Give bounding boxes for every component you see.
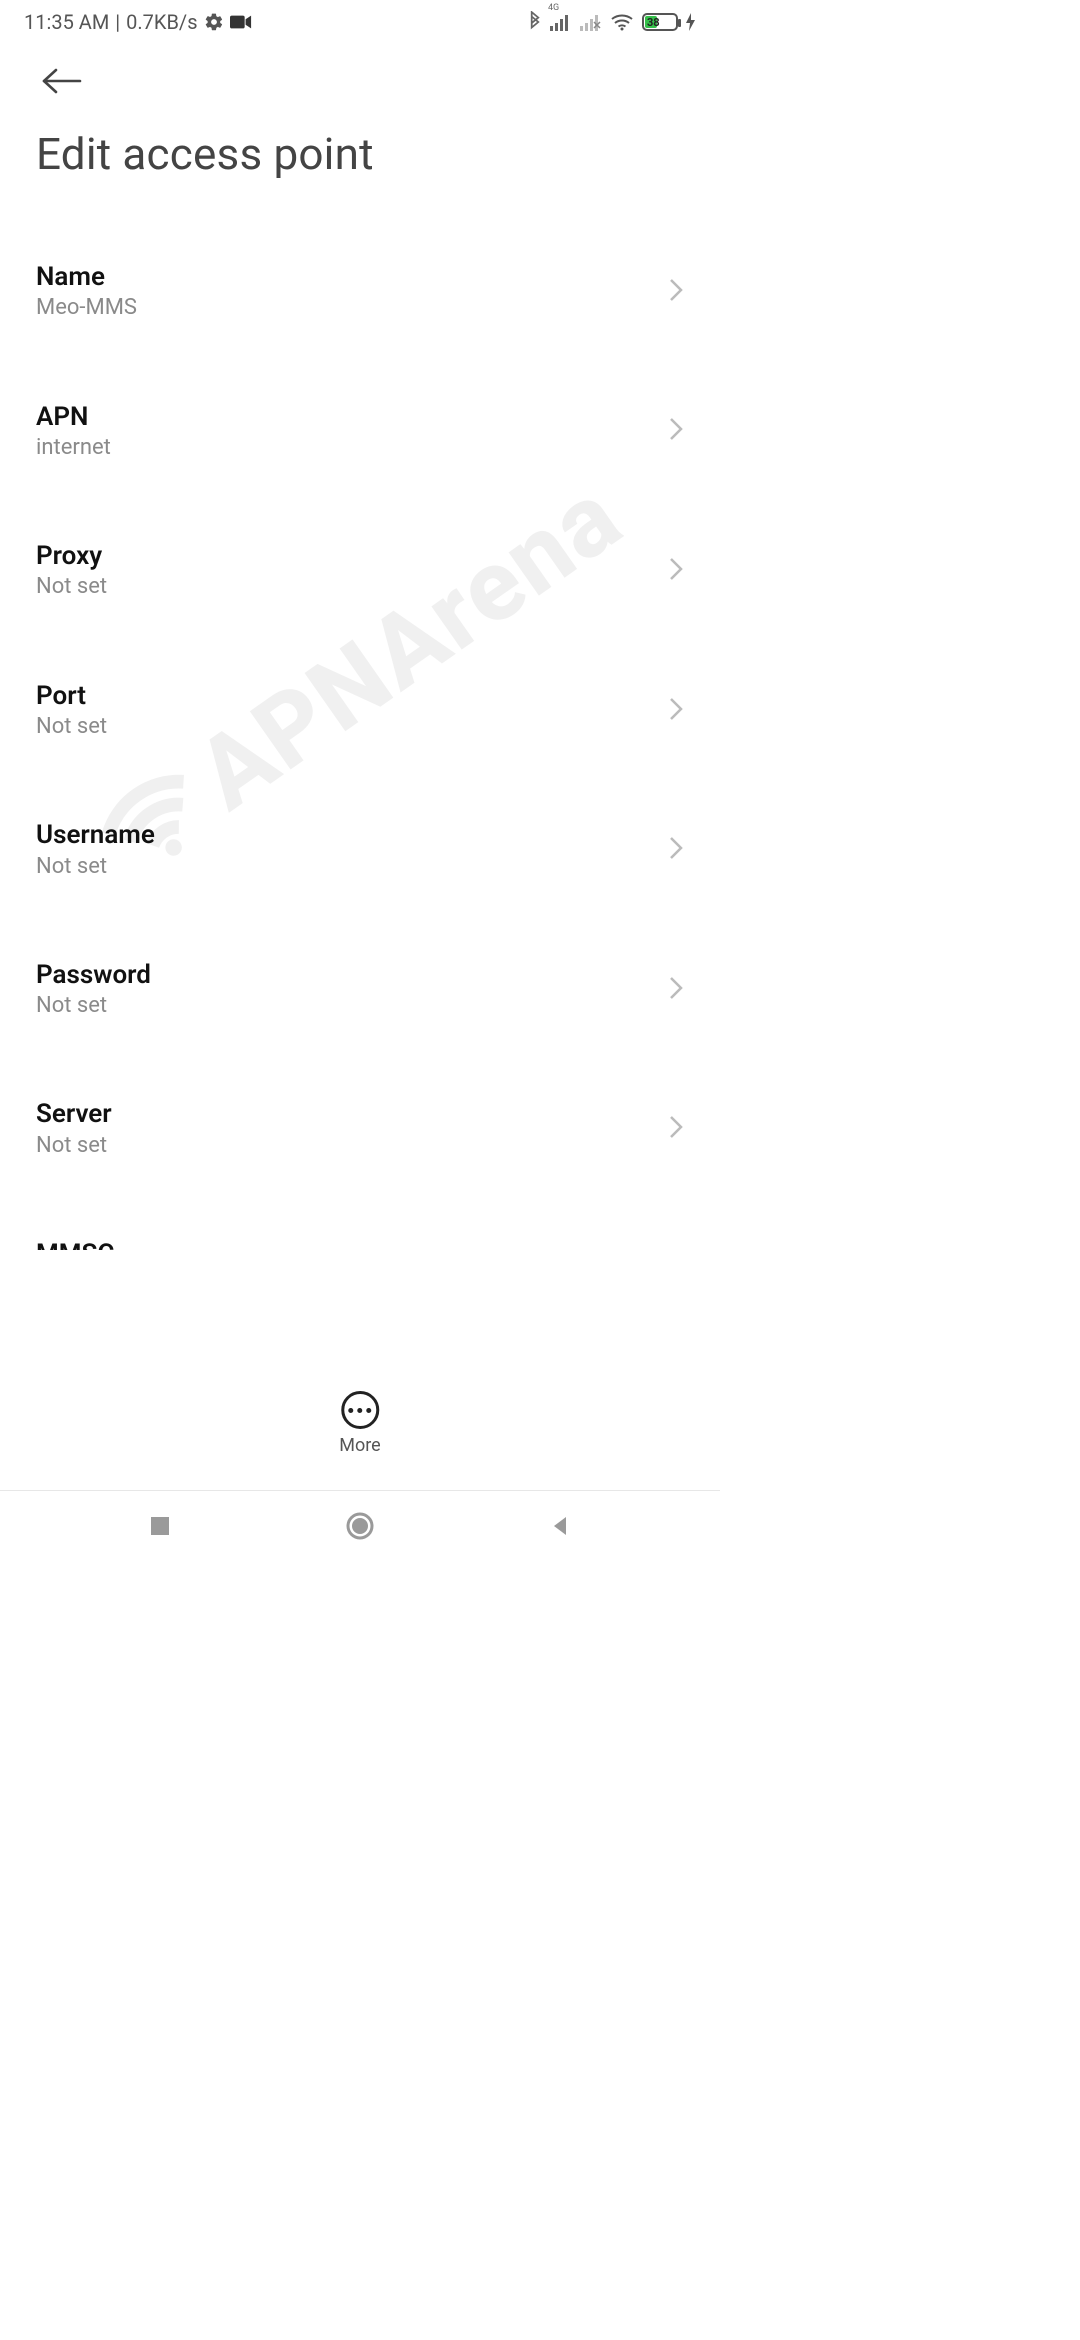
chevron-right-icon (668, 277, 684, 307)
setting-label: Name (36, 262, 654, 293)
more-icon (341, 1391, 379, 1429)
battery-percent: 38 (644, 16, 660, 29)
setting-value: internet (36, 435, 654, 461)
setting-label: Proxy (36, 541, 654, 572)
setting-value: Not set (36, 993, 654, 1019)
setting-row-mmsc[interactable]: MMSC http://10.16.18.4:38090/was (36, 1217, 684, 1250)
nav-home-button[interactable] (310, 1511, 410, 1541)
chevron-right-icon (668, 1114, 684, 1144)
setting-value: Not set (36, 854, 654, 880)
setting-label: Port (36, 681, 654, 712)
setting-value: Not set (36, 574, 654, 600)
camera-icon (230, 14, 252, 30)
nav-recents-button[interactable] (110, 1514, 210, 1538)
setting-label: Username (36, 820, 654, 851)
setting-row-proxy[interactable]: Proxy Not set (36, 519, 684, 623)
setting-label: APN (36, 402, 654, 433)
setting-row-name[interactable]: Name Meo-MMS (36, 240, 684, 344)
status-time: 11:35 AM (24, 10, 109, 34)
setting-label: Password (36, 960, 654, 991)
more-button[interactable]: More (299, 1381, 420, 1462)
chevron-right-icon (668, 556, 684, 586)
setting-value: Not set (36, 1133, 654, 1159)
nav-bar (0, 1490, 720, 1560)
nav-back-button[interactable] (510, 1514, 610, 1538)
app-header: Edit access point (0, 44, 720, 190)
setting-label: MMSC (36, 1239, 654, 1250)
setting-row-apn[interactable]: APN internet (36, 380, 684, 484)
setting-row-password[interactable]: Password Not set (36, 938, 684, 1042)
page-title: Edit access point (36, 128, 684, 180)
status-net-speed: 0.7KB/s (126, 10, 197, 34)
wifi-icon (610, 13, 634, 31)
battery-indicator: 38 (642, 13, 678, 31)
setting-label: Server (36, 1099, 654, 1130)
signal-no-sim-icon (580, 13, 602, 31)
back-button[interactable] (36, 62, 88, 100)
chevron-right-icon (668, 416, 684, 446)
chevron-right-icon (668, 696, 684, 726)
bluetooth-icon (528, 11, 542, 33)
more-label: More (339, 1435, 380, 1456)
charging-icon (686, 13, 696, 31)
settings-list: APNArena Name Meo-MMS APN internet Proxy… (0, 240, 720, 1250)
signal-4g-icon: 4G (550, 13, 572, 31)
status-bar: 11:35 AM | 0.7KB/s 4G 38 (0, 0, 720, 44)
setting-value: Not set (36, 714, 654, 740)
chevron-right-icon (668, 835, 684, 865)
setting-row-server[interactable]: Server Not set (36, 1077, 684, 1181)
setting-value: Meo-MMS (36, 295, 654, 321)
chevron-right-icon (668, 975, 684, 1005)
status-separator: | (115, 10, 120, 34)
setting-row-username[interactable]: Username Not set (36, 798, 684, 902)
settings-icon (204, 12, 224, 32)
setting-row-port[interactable]: Port Not set (36, 659, 684, 763)
